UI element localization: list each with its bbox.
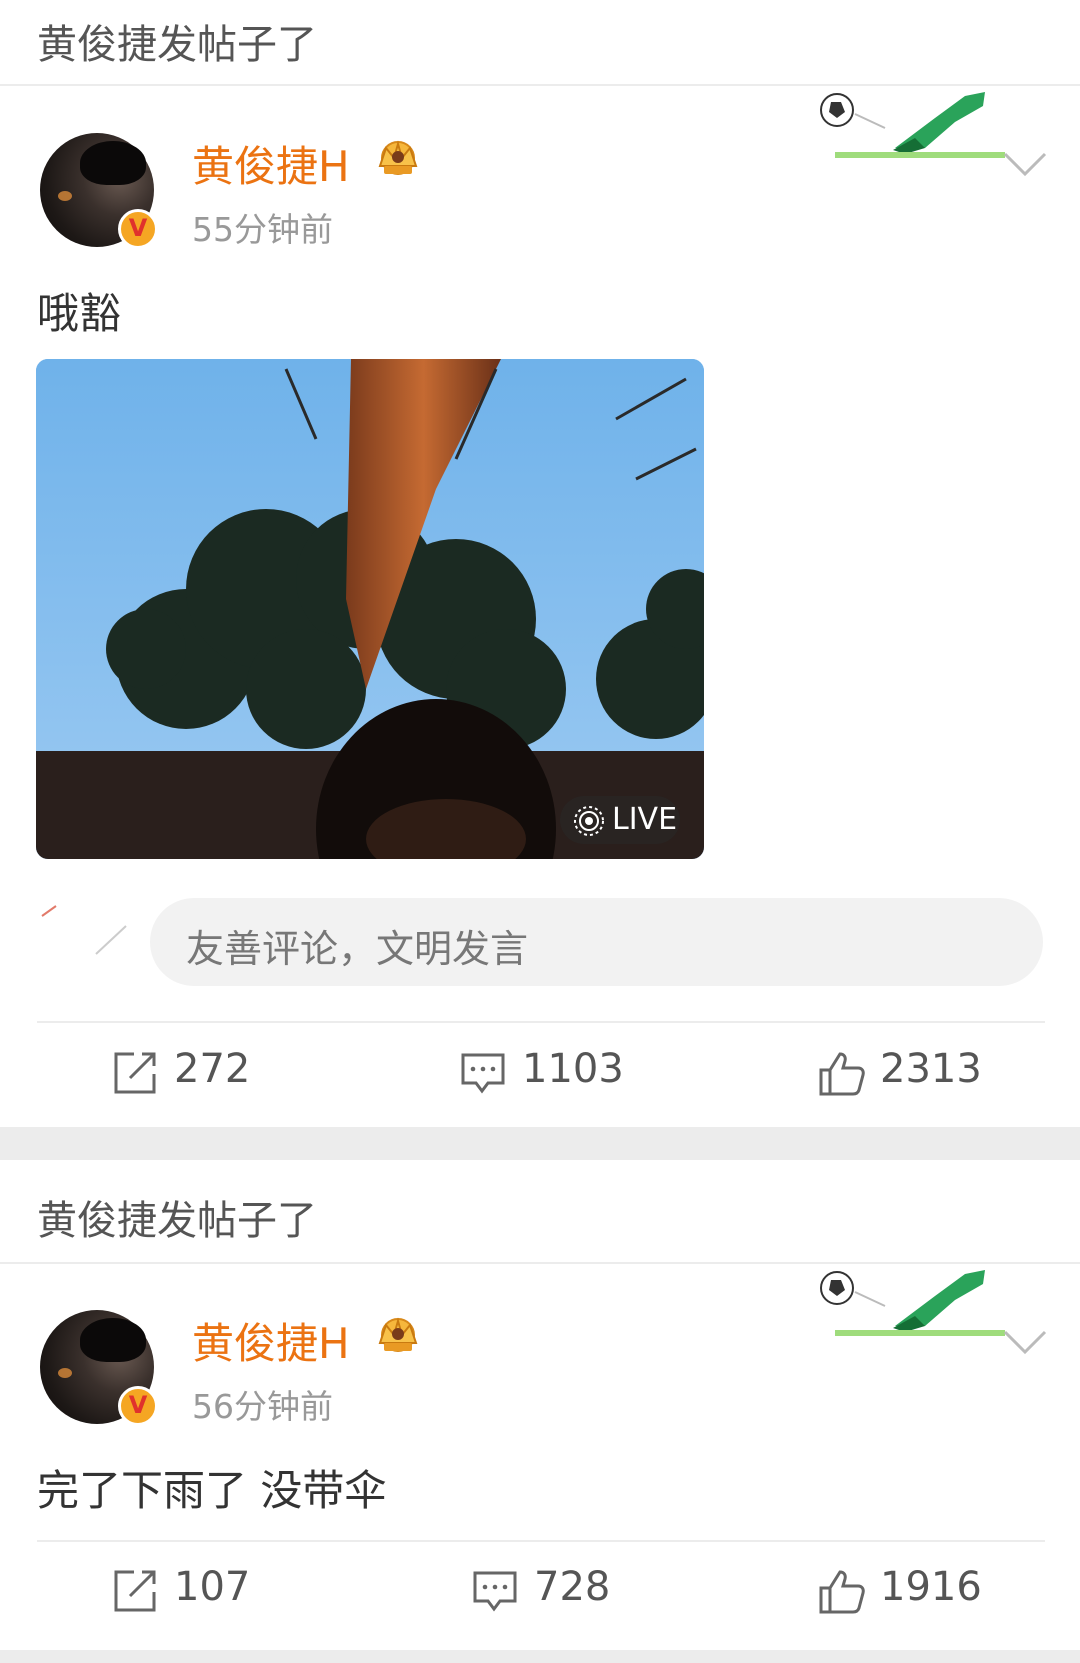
comment-count: 728: [534, 1564, 611, 1610]
like-button[interactable]: 2313: [818, 1046, 1038, 1106]
football-icon: [820, 92, 1005, 158]
comment-icon: [473, 1571, 517, 1612]
chevron-down-icon[interactable]: [1002, 1328, 1048, 1356]
avatar[interactable]: V: [40, 1310, 158, 1426]
repost-icon: [114, 1052, 156, 1094]
comment-button[interactable]: 1103: [460, 1046, 680, 1106]
comment-input[interactable]: 友善评论，文明发言: [150, 898, 1043, 986]
post-photo[interactable]: [36, 359, 704, 859]
photo-image: [36, 359, 704, 859]
live-badge: LIVE: [560, 796, 680, 844]
crown-icon: [378, 140, 418, 175]
comment-button[interactable]: 728: [472, 1564, 692, 1624]
post-text: 哦豁: [37, 289, 122, 338]
post-time: 56分钟前: [192, 1387, 333, 1426]
chevron-down-icon[interactable]: [1002, 150, 1048, 178]
avatar-hair: [80, 141, 146, 185]
post-header: 黄俊捷发帖子了: [0, 1160, 1080, 1264]
post-header-label: 黄俊捷发帖子了: [37, 1198, 317, 1244]
avatar-glow: [58, 191, 72, 201]
like-count: 2313: [880, 1046, 982, 1092]
avatar[interactable]: V: [40, 133, 158, 249]
live-label: LIVE: [612, 802, 678, 837]
comment-icon: [461, 1053, 505, 1094]
repost-button[interactable]: 107: [112, 1564, 332, 1624]
repost-icon: [114, 1570, 156, 1612]
post-card[interactable]: V 黄俊捷H 56分钟前 完了下雨了 没带伞 107 728 1916: [0, 1264, 1080, 1663]
repost-count: 272: [174, 1046, 251, 1092]
repost-button[interactable]: 272: [112, 1046, 332, 1106]
like-icon: [819, 1570, 865, 1614]
sticker-icon: [41, 905, 127, 955]
like-count: 1916: [880, 1564, 982, 1610]
username[interactable]: 黄俊捷H: [192, 133, 350, 194]
separator-band: [0, 1127, 1080, 1160]
comment-count: 1103: [522, 1046, 624, 1092]
username[interactable]: 黄俊捷H: [192, 1310, 350, 1371]
avatar-hair: [80, 1318, 146, 1362]
verified-badge: V: [118, 1386, 158, 1426]
crown-icon: [378, 1317, 418, 1352]
comment-placeholder: 友善评论，文明发言: [186, 927, 529, 971]
like-icon: [819, 1052, 865, 1096]
divider: [37, 1540, 1045, 1542]
verified-badge: V: [118, 209, 158, 249]
post-time: 55分钟前: [192, 210, 333, 249]
like-button[interactable]: 1916: [818, 1564, 1038, 1624]
avatar-glow: [58, 1368, 72, 1378]
separator-band: [0, 1650, 1080, 1663]
repost-count: 107: [174, 1564, 251, 1610]
live-icon: [574, 806, 604, 836]
post-text: 完了下雨了 没带伞: [37, 1466, 387, 1515]
football-icon: [820, 1270, 1005, 1336]
post-card[interactable]: V 黄俊捷H 55分钟前 哦豁 LIVE 友善评论，文明发言 272 1103 …: [0, 0, 1080, 1125]
divider: [37, 1021, 1045, 1023]
